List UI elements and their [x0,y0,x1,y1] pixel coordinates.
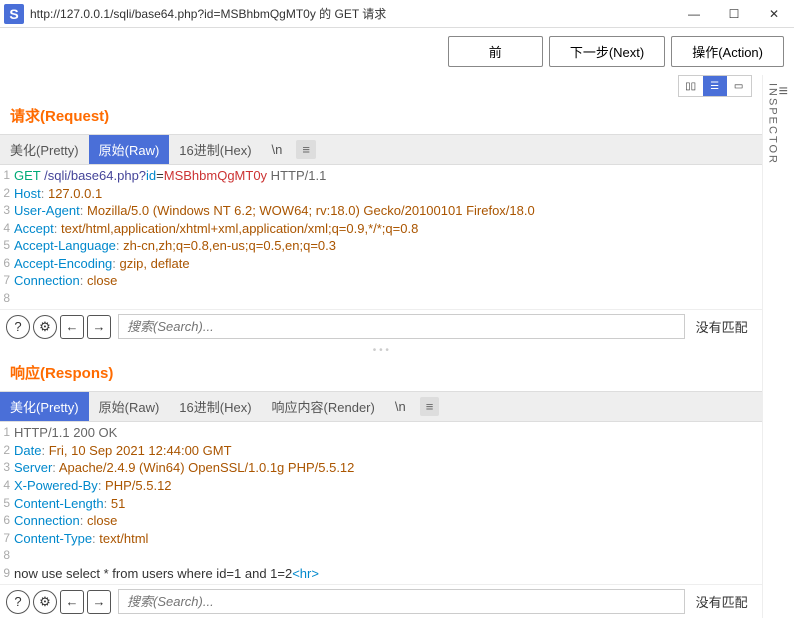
request-search-input[interactable] [118,314,685,339]
response-nomatch-label: 没有匹配 [688,592,756,611]
code-line: 4Accept: text/html,application/xhtml+xml… [0,220,762,238]
next-button[interactable]: 下一步(Next) [549,36,665,67]
titlebar: S http://127.0.0.1/sqli/base64.php?id=MS… [0,0,794,28]
gear-icon[interactable]: ⚙ [33,590,57,614]
next-match-button[interactable]: → [87,590,111,614]
code-line: 5Content-Length: 51 [0,495,762,513]
code-line: 5Accept-Language: zh-cn,zh;q=0.8,en-us;q… [0,237,762,255]
code-line: 6Accept-Encoding: gzip, deflate [0,255,762,273]
response-footer: ? ⚙ ← → 没有匹配 [0,584,762,618]
toolbar: 前 下一步(Next) 操作(Action) [0,28,794,75]
code-line: 4X-Powered-By: PHP/5.5.12 [0,477,762,495]
tab-render[interactable]: 响应内容(Render) [262,392,385,421]
inspector-sidebar[interactable]: ≡ INSPECTOR [762,75,794,618]
view-rows-button[interactable]: ☰ [703,76,727,96]
code-line: 3User-Agent: Mozilla/5.0 (Windows NT 6.2… [0,202,762,220]
back-button[interactable]: 前 [448,36,543,67]
response-tabs: 美化(Pretty) 原始(Raw) 16进制(Hex) 响应内容(Render… [0,391,762,422]
app-icon: S [4,4,24,24]
gear-icon[interactable]: ⚙ [33,315,57,339]
code-line: 8 [0,547,762,565]
code-line: 1HTTP/1.1 200 OK [0,424,762,442]
code-line: 8 [0,290,762,308]
code-line: 9now use select * from users where id=1 … [0,565,762,583]
menu-icon[interactable]: ≡ [420,397,440,416]
code-line: 7Connection: close [0,272,762,290]
tab-newline[interactable]: \n [385,394,416,419]
code-line: 1GET /sqli/base64.php?id=MSBhbmQgMT0y HT… [0,167,762,185]
view-single-button[interactable]: ▭ [727,76,751,96]
help-icon[interactable]: ? [6,590,30,614]
tab-raw[interactable]: 原始(Raw) [89,392,170,421]
code-line: 6Connection: close [0,512,762,530]
tab-hex[interactable]: 16进制(Hex) [169,392,261,421]
request-nomatch-label: 没有匹配 [688,317,756,336]
pane-divider[interactable]: • • • [0,343,762,358]
tab-pretty[interactable]: 美化(Pretty) [0,392,89,421]
view-columns-button[interactable]: ▯▯ [679,76,703,96]
maximize-button[interactable]: ☐ [714,0,754,28]
response-search-input[interactable] [118,589,685,614]
sidebar-toggle-icon[interactable]: ≡ [779,83,790,101]
close-button[interactable]: ✕ [754,0,794,28]
window-title: http://127.0.0.1/sqli/base64.php?id=MSBh… [28,5,674,22]
code-line: 2Date: Fri, 10 Sep 2021 12:44:00 GMT [0,442,762,460]
response-body[interactable]: 1HTTP/1.1 200 OK2Date: Fri, 10 Sep 2021 … [0,422,762,584]
prev-match-button[interactable]: ← [60,315,84,339]
request-body[interactable]: 1GET /sqli/base64.php?id=MSBhbmQgMT0y HT… [0,165,762,309]
help-icon[interactable]: ? [6,315,30,339]
next-match-button[interactable]: → [87,315,111,339]
view-switcher: ▯▯ ☰ ▭ [0,75,762,101]
action-button[interactable]: 操作(Action) [671,36,784,67]
menu-icon[interactable]: ≡ [296,140,316,159]
code-line: 2Host: 127.0.0.1 [0,185,762,203]
request-tabs: 美化(Pretty) 原始(Raw) 16进制(Hex) \n ≡ [0,134,762,165]
tab-newline[interactable]: \n [262,137,293,162]
code-line: 7Content-Type: text/html [0,530,762,548]
request-footer: ? ⚙ ← → 没有匹配 [0,309,762,343]
minimize-button[interactable]: — [674,0,714,28]
response-title: 响应(Respons) [0,358,762,391]
tab-hex[interactable]: 16进制(Hex) [169,135,261,164]
code-line: 3Server: Apache/2.4.9 (Win64) OpenSSL/1.… [0,459,762,477]
tab-raw[interactable]: 原始(Raw) [89,135,170,164]
tab-pretty[interactable]: 美化(Pretty) [0,135,89,164]
prev-match-button[interactable]: ← [60,590,84,614]
request-title: 请求(Request) [0,101,762,134]
inspector-label: INSPECTOR [767,83,779,165]
